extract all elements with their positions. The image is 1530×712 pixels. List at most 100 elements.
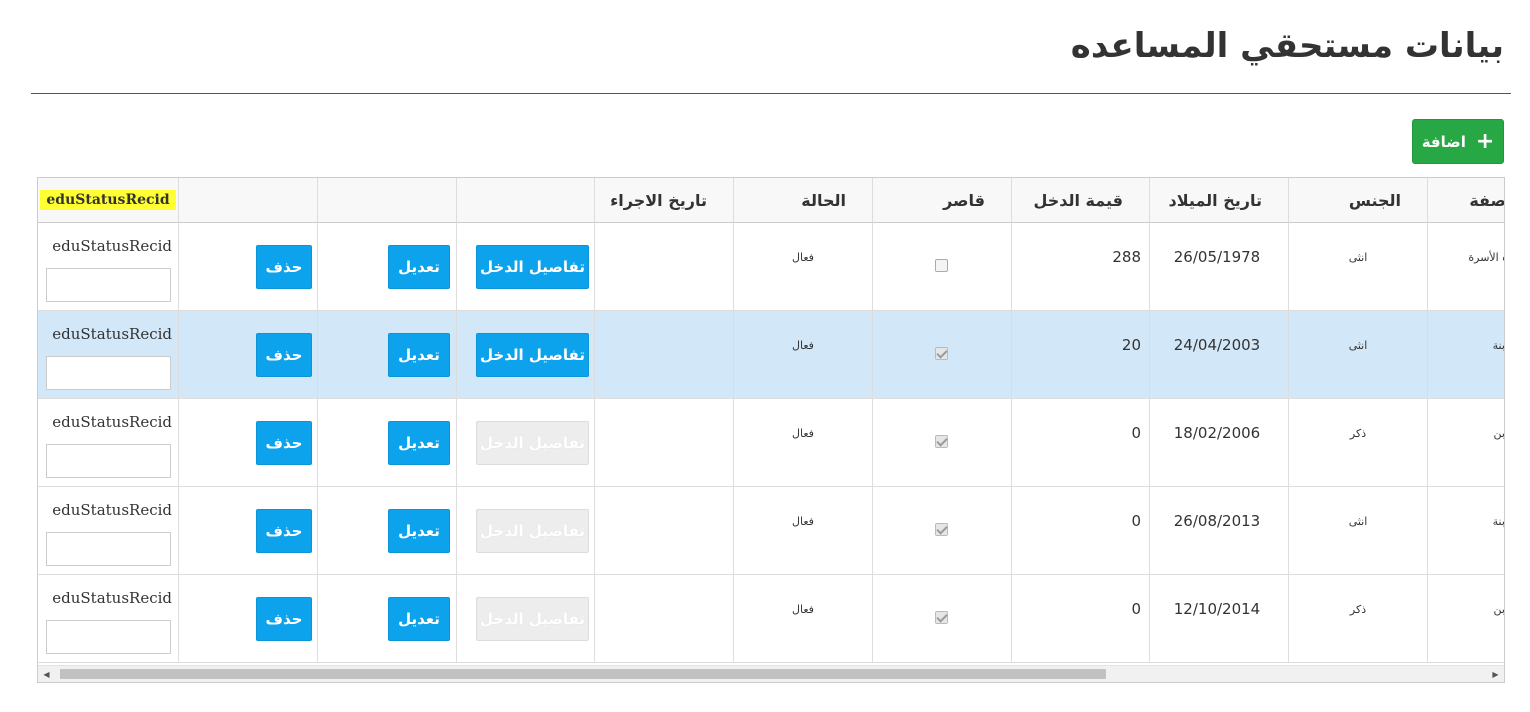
- income-value: 0: [1131, 424, 1141, 442]
- header-edu-status-label: eduStatusRecid: [40, 190, 176, 210]
- cell-income: 0: [1012, 399, 1150, 486]
- income-details-button: تفاصيل الدخل: [476, 421, 589, 465]
- cell-proc: [595, 575, 734, 662]
- cell-minor: [873, 223, 1012, 310]
- gender-text: ذكر: [1349, 427, 1367, 440]
- status-text: فعال: [792, 339, 814, 352]
- income-details-button[interactable]: تفاصيل الدخل: [476, 333, 589, 377]
- cell-details: تفاصيل الدخل: [457, 311, 595, 398]
- relation-text: ابن: [1493, 427, 1505, 440]
- cell-income: 20: [1012, 311, 1150, 398]
- header-status[interactable]: الحالة: [734, 178, 873, 223]
- cell-edu-status: eduStatusRecid: [38, 399, 179, 486]
- status-text: فعال: [792, 603, 814, 616]
- cell-income: 0: [1012, 575, 1150, 662]
- edu-status-label: eduStatusRecid: [52, 413, 172, 431]
- horizontal-scrollbar[interactable]: ◀ ▶: [38, 665, 1504, 682]
- edit-button[interactable]: تعديل: [388, 333, 450, 377]
- income-value: 0: [1131, 512, 1141, 530]
- edu-status-input[interactable]: [46, 268, 171, 302]
- edit-button[interactable]: تعديل: [388, 597, 450, 641]
- cell-delete: حذف: [179, 575, 318, 662]
- edit-button[interactable]: تعديل: [388, 245, 450, 289]
- cell-edu-status: eduStatusRecid: [38, 311, 179, 398]
- gender-text: ذكر: [1349, 603, 1367, 616]
- income-details-button[interactable]: تفاصيل الدخل: [476, 245, 589, 289]
- delete-button[interactable]: حذف: [256, 597, 312, 641]
- minor-checkbox[interactable]: [935, 435, 948, 448]
- cell-status: فعال: [734, 311, 873, 398]
- cell-rel: ه الأسرة: [1428, 223, 1504, 310]
- cell-details: تفاصيل الدخل: [457, 575, 595, 662]
- edu-status-input[interactable]: [46, 444, 171, 478]
- edit-button[interactable]: تعديل: [388, 421, 450, 465]
- minor-checkbox[interactable]: [935, 347, 948, 360]
- header-procedure-date-label: تاريخ الاجراء: [610, 190, 707, 210]
- cell-details: تفاصيل الدخل: [457, 223, 595, 310]
- cell-gender: انثى: [1289, 487, 1428, 574]
- edu-status-input[interactable]: [46, 356, 171, 390]
- cell-rel: ابنة: [1428, 311, 1504, 398]
- scrollbar-thumb[interactable]: [60, 669, 1106, 679]
- header-relation[interactable]: صفة: [1428, 178, 1504, 223]
- delete-button[interactable]: حذف: [256, 421, 312, 465]
- table-row[interactable]: eduStatusRecid حذف تعديل تفاصيل الدخل فعال 2…: [38, 223, 1504, 311]
- cell-gender: ذكر: [1289, 399, 1428, 486]
- cell-minor: [873, 311, 1012, 398]
- table-row[interactable]: eduStatusRecid حذف تعديل تفاصيل الدخل فعال 0…: [38, 487, 1504, 575]
- table-row[interactable]: eduStatusRecid حذف تعديل تفاصيل الدخل فعال 2…: [38, 311, 1504, 399]
- header-gender[interactable]: الجنس: [1289, 178, 1428, 223]
- cell-delete: حذف: [179, 399, 318, 486]
- birth-date: 24/04/2003: [1173, 336, 1261, 354]
- scroll-right-arrow-icon[interactable]: ▶: [1487, 666, 1504, 682]
- header-gender-label: الجنس: [1348, 190, 1401, 210]
- edu-status-label: eduStatusRecid: [52, 325, 172, 343]
- header-minor[interactable]: قاصر: [873, 178, 1012, 223]
- page-title: بيانات مستحقي المساعده: [1070, 26, 1504, 66]
- table-row[interactable]: eduStatusRecid حذف تعديل تفاصيل الدخل فعال 0…: [38, 399, 1505, 487]
- income-value: 20: [1121, 336, 1141, 354]
- cell-edit: تعديل: [318, 399, 457, 486]
- edu-status-input[interactable]: [46, 532, 171, 566]
- income-details-button: تفاصيل الدخل: [476, 509, 589, 553]
- status-text: فعال: [792, 427, 814, 440]
- cell-status: فعال: [734, 575, 873, 662]
- cell-rel: ابن: [1428, 399, 1505, 486]
- minor-checkbox[interactable]: [935, 523, 948, 536]
- scroll-left-arrow-icon[interactable]: ◀: [38, 666, 55, 682]
- status-text: فعال: [792, 251, 814, 264]
- gender-text: انثى: [1348, 251, 1368, 264]
- delete-button[interactable]: حذف: [256, 509, 312, 553]
- delete-button[interactable]: حذف: [256, 245, 312, 289]
- add-button[interactable]: + اضافة: [1412, 119, 1504, 164]
- cell-delete: حذف: [179, 223, 318, 310]
- income-details-button: تفاصيل الدخل: [476, 597, 589, 641]
- birth-date: 26/08/2013: [1173, 512, 1261, 530]
- edu-status-label: eduStatusRecid: [52, 237, 172, 255]
- edit-button[interactable]: تعديل: [388, 509, 450, 553]
- edu-status-label: eduStatusRecid: [52, 501, 172, 519]
- header-minor-label: قاصر: [943, 190, 985, 210]
- minor-checkbox[interactable]: [935, 611, 948, 624]
- header-birth-date-label: تاريخ الميلاد: [1168, 190, 1262, 210]
- header-income-details: [457, 178, 595, 223]
- edu-status-input[interactable]: [46, 620, 171, 654]
- cell-edit: تعديل: [318, 487, 457, 574]
- cell-edu-status: eduStatusRecid: [38, 487, 179, 574]
- cell-birth: 24/04/2003: [1150, 311, 1289, 398]
- table-row[interactable]: eduStatusRecid حذف تعديل تفاصيل الدخل فعال 0…: [38, 575, 1505, 663]
- cell-delete: حذف: [179, 311, 318, 398]
- minor-checkbox[interactable]: [935, 259, 948, 272]
- relation-text: ابن: [1493, 603, 1505, 616]
- birth-date: 18/02/2006: [1173, 424, 1261, 442]
- cell-rel: ابن: [1428, 575, 1505, 662]
- header-birth-date[interactable]: تاريخ الميلاد: [1150, 178, 1289, 223]
- delete-button[interactable]: حذف: [256, 333, 312, 377]
- header-income-value[interactable]: قيمة الدخل: [1012, 178, 1150, 223]
- edu-status-label: eduStatusRecid: [52, 589, 172, 607]
- page: بيانات مستحقي المساعده + اضافة eduStatus…: [0, 0, 1530, 712]
- cell-details: تفاصيل الدخل: [457, 399, 595, 486]
- header-edu-status[interactable]: eduStatusRecid: [38, 178, 179, 223]
- cell-gender: ذكر: [1289, 575, 1428, 662]
- header-procedure-date[interactable]: تاريخ الاجراء: [595, 178, 734, 223]
